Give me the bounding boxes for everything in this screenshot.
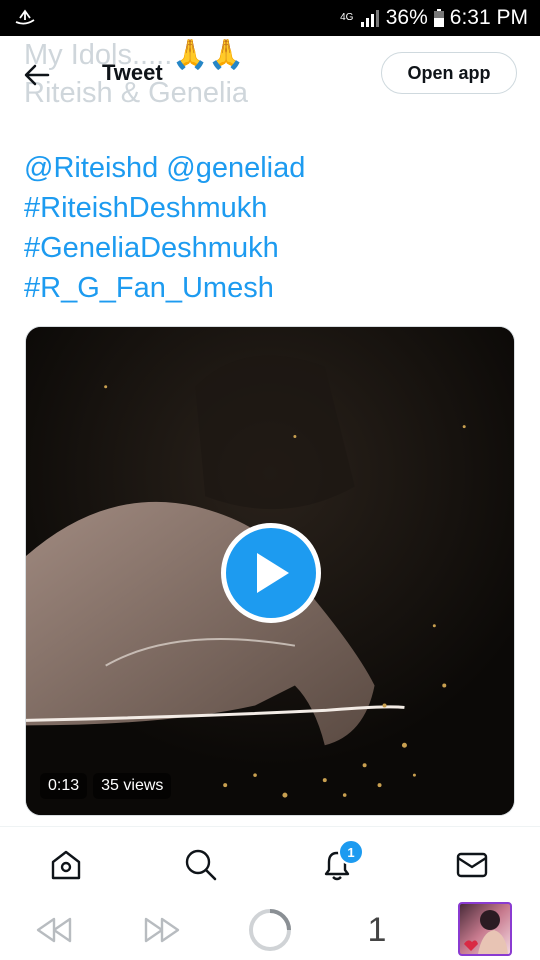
play-button[interactable]	[221, 523, 321, 623]
forward-nav-button[interactable]	[140, 908, 184, 952]
tab-count-button[interactable]: 1	[360, 908, 394, 952]
tab-search[interactable]	[181, 845, 221, 885]
video-meta: 0:13 35 views	[40, 773, 172, 799]
loading-spinner-icon	[249, 909, 291, 951]
home-icon	[51, 850, 81, 880]
browser-nav-bar: 1	[0, 900, 540, 960]
hashtag-link[interactable]: #R_G_Fan_Umesh	[24, 268, 305, 308]
video-player[interactable]: 0:13 35 views	[25, 326, 515, 816]
tweet-text: @Riteishd @geneliad #RiteishDeshmukh #Ge…	[24, 148, 305, 308]
tab-home[interactable]	[46, 845, 86, 885]
bottom-tab-bar: 1	[0, 826, 540, 901]
fast-forward-icon	[144, 917, 180, 943]
reload-button[interactable]	[246, 908, 294, 952]
hashtag-link[interactable]: #RiteishDeshmukh	[24, 188, 305, 228]
play-icon	[257, 553, 289, 593]
open-app-button[interactable]: Open app	[381, 52, 517, 94]
video-duration: 0:13	[40, 773, 88, 799]
notification-badge: 1	[338, 839, 364, 865]
avatar[interactable]	[458, 902, 512, 956]
hashtag-link[interactable]: #GeneliaDeshmukh	[24, 228, 305, 268]
back-nav-button[interactable]	[32, 908, 76, 952]
messages-icon	[456, 852, 488, 878]
tab-messages[interactable]	[452, 845, 492, 885]
network-type: 4G	[340, 12, 354, 23]
signal-icon	[360, 10, 379, 27]
arrow-left-icon[interactable]	[22, 60, 52, 90]
profile-photo	[464, 910, 508, 954]
tab-count: 1	[367, 910, 387, 949]
rewind-icon	[36, 917, 72, 943]
status-bar: 4G 36% 6:31 PM	[0, 0, 540, 36]
video-views: 35 views	[93, 773, 172, 799]
search-icon	[185, 849, 217, 881]
header: My Idols.....🙏🙏 Riteish & Genelia Tweet …	[0, 36, 540, 112]
battery-icon	[433, 9, 444, 27]
page-title: Tweet	[102, 60, 163, 85]
mention-link[interactable]: @Riteishd @geneliad	[24, 148, 305, 188]
upload-notification-icon	[15, 9, 35, 25]
battery-percent: 36%	[385, 6, 428, 29]
clock: 6:31 PM	[449, 6, 528, 29]
